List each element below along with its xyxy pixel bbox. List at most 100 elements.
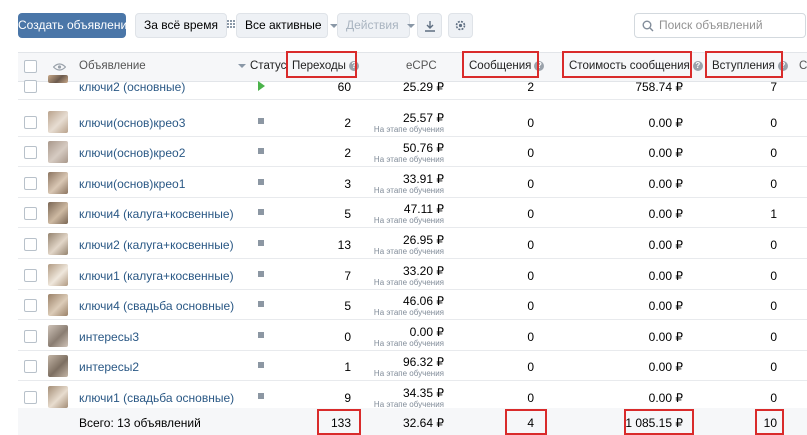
stopped-icon[interactable] — [258, 270, 264, 277]
ad-thumbnail[interactable] — [48, 294, 68, 317]
search-input[interactable]: Поиск объявлений — [634, 13, 806, 38]
ecpc-cell: 25.57 ₽ На этапе обучения — [374, 111, 444, 134]
joins-value: 0 — [770, 360, 777, 375]
table-row[interactable]: ключи2 (основные) 60 25.29 ₽ 2 758.74 ₽ 7 — [18, 75, 807, 100]
ad-thumbnail[interactable] — [48, 110, 68, 133]
highlight-messages-total — [505, 409, 547, 435]
gear-icon — [455, 21, 466, 31]
table-row[interactable]: ключи2 (калуга+косвенные) 13 26.95 ₽ На эта… — [18, 228, 807, 259]
row-checkbox[interactable] — [24, 391, 37, 404]
create-ad-button[interactable]: Создать объявление — [18, 13, 134, 38]
download-icon — [424, 20, 435, 32]
eye-icon[interactable] — [53, 63, 66, 71]
row-checkbox[interactable] — [24, 80, 37, 93]
play-icon[interactable] — [258, 81, 265, 91]
stopped-icon[interactable] — [258, 209, 264, 216]
ad-name-link[interactable]: ключи4 (калуга+косвенные) — [79, 207, 234, 221]
ad-thumbnail[interactable] — [48, 75, 68, 83]
message-cost-value: 0.00 ₽ — [648, 207, 683, 222]
table-row[interactable]: интересы3 0 0.00 ₽ На этапе обучения 0 0.00 ₽… — [18, 320, 807, 351]
chevron-down-icon — [406, 23, 415, 28]
joins-value: 0 — [770, 115, 777, 130]
stopped-icon[interactable] — [258, 331, 264, 338]
messages-value: 0 — [527, 299, 534, 314]
highlight-joins-header — [705, 51, 783, 78]
stopped-icon[interactable] — [258, 301, 264, 308]
stopped-icon[interactable] — [258, 148, 264, 155]
row-checkbox[interactable] — [24, 268, 37, 282]
status-filter-dropdown[interactable]: Все активные — [236, 13, 338, 38]
highlight-clicks-total — [317, 409, 361, 435]
row-checkbox[interactable] — [24, 146, 37, 160]
ad-thumbnail[interactable] — [48, 386, 68, 408]
ecpc-value: 25.57 ₽ — [403, 110, 444, 125]
table-row[interactable]: ключи(основ)крео2 2 50.76 ₽ На этапе обучен… — [18, 136, 807, 168]
clicks-value: 1 — [344, 360, 351, 375]
highlight-cost-total — [624, 409, 694, 435]
ecpc-cell: 34.35 ₽ На этапе обучения — [374, 386, 444, 409]
ad-name-link[interactable]: ключи2 (основные) — [79, 80, 185, 94]
stopped-icon[interactable] — [258, 240, 264, 246]
ad-name-link[interactable]: ключи(основ)крео3 — [79, 116, 185, 130]
ad-thumbnail[interactable] — [48, 171, 68, 194]
joins-value: 1 — [770, 207, 777, 222]
clicks-value: 60 — [337, 80, 351, 94]
ad-name-link[interactable]: ключи4 (свадьба основные) — [79, 299, 234, 313]
ad-name-link[interactable]: ключи(основ)крео1 — [79, 177, 185, 191]
ad-thumbnail[interactable] — [48, 263, 68, 286]
row-checkbox[interactable] — [24, 329, 37, 343]
table-row[interactable]: ключи(основ)крео3 2 25.57 ₽ На этапе обучен… — [18, 106, 807, 137]
table-row[interactable]: ключи(основ)крео1 3 33.91 ₽ На этапе обучен… — [18, 167, 807, 198]
totals-label: Всего: 13 объявлений — [79, 416, 201, 430]
ecpc-value: 50.76 ₽ — [403, 141, 444, 156]
messages-value: 0 — [527, 329, 534, 344]
row-checkbox[interactable] — [24, 176, 37, 190]
messages-value: 0 — [527, 268, 534, 283]
row-checkbox[interactable] — [24, 299, 37, 313]
clicks-value: 7 — [344, 268, 351, 283]
ecpc-value: 25.29 ₽ — [403, 80, 444, 94]
stopped-icon[interactable] — [258, 362, 264, 369]
ad-name-link[interactable]: ключи2 (калуга+косвенные) — [79, 238, 234, 252]
ad-name-link[interactable]: ключи1 (свадьба основные) — [79, 391, 234, 405]
totals-ecpc: 32.64 ₽ — [403, 416, 444, 430]
ecpc-cell: 47.11 ₽ На этапе обучения — [374, 202, 444, 225]
row-checkbox[interactable] — [24, 238, 37, 251]
ad-thumbnail[interactable] — [48, 324, 68, 347]
download-button[interactable] — [417, 13, 442, 38]
ecpc-value: 0.00 ₽ — [409, 324, 444, 339]
message-cost-value: 0.00 ₽ — [648, 146, 683, 161]
actions-label: Действия — [346, 18, 399, 32]
ad-name-link[interactable]: ключи1 (калуга+косвенные) — [79, 269, 234, 283]
table-row[interactable]: интересы2 1 96.32 ₽ На этапе обучения 0 0.00 … — [18, 350, 807, 382]
actions-dropdown[interactable]: Действия — [337, 13, 415, 38]
row-checkbox[interactable] — [24, 360, 37, 374]
ad-thumbnail[interactable] — [48, 355, 68, 378]
stopped-icon[interactable] — [258, 117, 264, 124]
messages-value: 0 — [527, 238, 534, 252]
ad-name-link[interactable]: интересы3 — [79, 330, 139, 344]
ad-name-link[interactable]: ключи(основ)крео2 — [79, 146, 185, 160]
row-checkbox[interactable] — [24, 207, 37, 221]
table-row[interactable]: ключи4 (калуга+косвенные) 5 47.11 ₽ На этап… — [18, 197, 807, 229]
row-checkbox[interactable] — [24, 115, 37, 129]
select-all-checkbox[interactable] — [24, 60, 37, 73]
stopped-icon[interactable] — [258, 178, 264, 185]
ad-name-link[interactable]: интересы2 — [79, 360, 139, 374]
ad-thumbnail[interactable] — [48, 233, 68, 255]
ad-thumbnail[interactable] — [48, 141, 68, 164]
settings-button[interactable] — [448, 13, 473, 38]
message-cost-value: 0.00 ₽ — [648, 329, 683, 344]
table-row[interactable]: ключи4 (свадьба основные) 5 46.06 ₽ На этап… — [18, 289, 807, 321]
joins-value: 0 — [770, 238, 777, 252]
learning-status-note: На этапе обучения — [373, 124, 444, 134]
help-icon[interactable]: ? — [692, 60, 703, 71]
period-button[interactable]: За всё время — [135, 13, 239, 38]
table-row[interactable]: ключи1 (калуга+косвенные) 7 33.20 ₽ На этап… — [18, 259, 807, 290]
messages-value: 0 — [527, 176, 534, 191]
status-filter-label: Все активные — [245, 18, 322, 32]
ad-thumbnail[interactable] — [48, 202, 68, 225]
joins-value: 0 — [770, 146, 777, 161]
stopped-icon[interactable] — [258, 393, 264, 399]
learning-status-note: На этапе обучения — [373, 369, 444, 379]
